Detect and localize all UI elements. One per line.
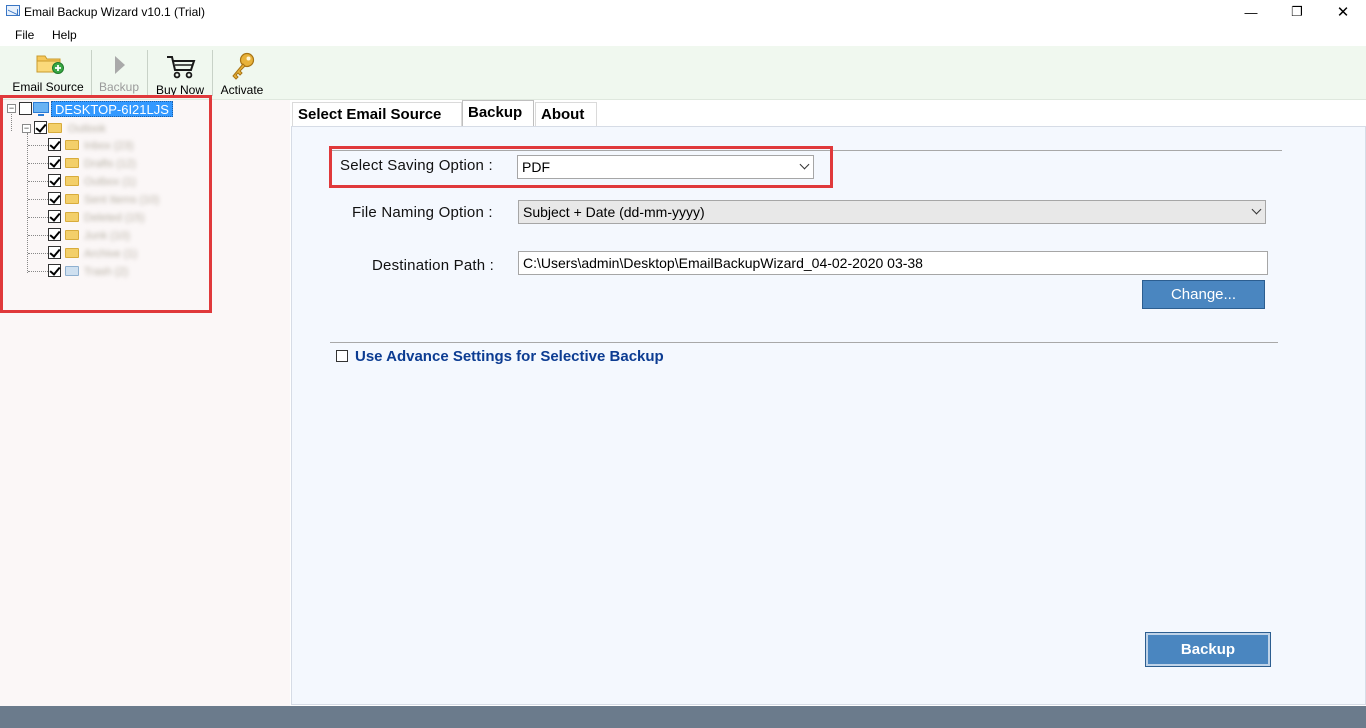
tab-about[interactable]: About: [535, 102, 597, 126]
file-naming-select[interactable]: Subject + Date (dd-mm-yyyy): [518, 200, 1266, 224]
destination-path-label: Destination Path :: [372, 257, 495, 274]
tab-select-email-source[interactable]: Select Email Source: [292, 102, 462, 126]
toolbar-divider: [212, 50, 213, 96]
saving-option-select[interactable]: PDF: [517, 155, 814, 179]
saving-option-value: PDF: [522, 159, 550, 175]
add-folder-icon: [36, 55, 64, 74]
change-button[interactable]: Change...: [1142, 280, 1265, 309]
tab-backup[interactable]: Backup: [462, 100, 534, 126]
menu-help[interactable]: Help: [52, 28, 77, 42]
toolbar-divider: [147, 50, 148, 96]
key-icon: [232, 52, 255, 80]
window-title: Email Backup Wizard v10.1 (Trial): [24, 5, 205, 19]
status-bar: [0, 706, 1366, 728]
email-source-label: Email Source: [12, 80, 84, 94]
backup-toolbar-label: Backup: [98, 80, 140, 94]
restore-button[interactable]: ❐: [1274, 0, 1320, 24]
backup-toolbar-button[interactable]: Backup: [94, 46, 144, 100]
play-icon: [115, 56, 125, 74]
chevron-down-icon: [1251, 204, 1262, 215]
menu-file[interactable]: File: [15, 28, 34, 42]
buy-now-button[interactable]: Buy Now: [150, 46, 210, 100]
divider: [330, 342, 1278, 343]
cart-icon: [167, 56, 196, 79]
email-source-button[interactable]: Email Source: [10, 46, 86, 100]
minimize-button[interactable]: —: [1228, 0, 1274, 24]
mail-icon: [6, 5, 20, 16]
chevron-down-icon: [799, 159, 810, 170]
file-naming-value: Subject + Date (dd-mm-yyyy): [523, 204, 705, 220]
backup-button[interactable]: Backup: [1145, 632, 1271, 667]
destination-path-field[interactable]: C:\Users\admin\Desktop\EmailBackupWizard…: [518, 251, 1268, 275]
advance-settings-label[interactable]: Use Advance Settings for Selective Backu…: [355, 348, 664, 365]
activate-label: Activate: [220, 83, 264, 97]
menu-bar: File Help: [0, 24, 1366, 46]
saving-option-label: Select Saving Option :: [340, 157, 493, 174]
activate-button[interactable]: Activate: [216, 46, 268, 100]
title-bar: Email Backup Wizard v10.1 (Trial) — ❐ ✕: [0, 0, 1366, 24]
toolbar-divider: [91, 50, 92, 96]
tree-highlight-box: [0, 95, 212, 313]
advance-settings-checkbox[interactable]: [336, 350, 348, 362]
close-button[interactable]: ✕: [1320, 0, 1366, 24]
toolbar: Email Source Backup Buy Now Activate: [0, 46, 1366, 100]
file-naming-label: File Naming Option :: [352, 204, 493, 221]
